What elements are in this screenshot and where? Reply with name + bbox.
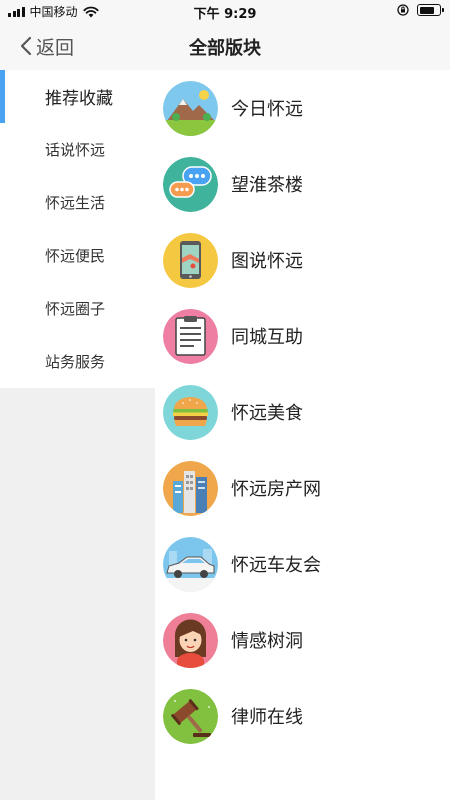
board-item[interactable]: 今日怀远	[155, 70, 450, 146]
board-item[interactable]: 望淮茶楼	[155, 146, 450, 222]
sidebar-list: 推荐收藏 话说怀远 怀远生活 怀远便民 怀远圈子 站务服务	[0, 70, 155, 388]
nav-bar: 返回 全部版块	[0, 22, 450, 70]
board-label: 今日怀远	[231, 99, 303, 120]
board-item[interactable]: 怀远车友会	[155, 526, 450, 602]
status-bar: 中国移动 下午 9:29	[0, 0, 450, 22]
sidebar-item-label: 话说怀远	[45, 141, 106, 159]
sidebar-item-convenience[interactable]: 怀远便民	[0, 229, 155, 282]
chat-bubbles-icon	[163, 156, 218, 212]
board-label: 怀远车友会	[231, 555, 321, 576]
board-item[interactable]: 怀远房产网	[155, 450, 450, 526]
status-time: 下午 9:29	[193, 7, 257, 22]
board-label: 怀远美食	[231, 403, 303, 424]
clipboard-icon	[163, 308, 218, 364]
board-item[interactable]: 怀远美食	[155, 374, 450, 450]
sidebar-item-site-service[interactable]: 站务服务	[0, 335, 155, 388]
board-label: 同城互助	[231, 327, 303, 348]
board-item[interactable]: 图说怀远	[155, 222, 450, 298]
board-item[interactable]: 律师在线	[155, 678, 450, 754]
orientation-lock-icon	[397, 4, 409, 16]
sidebar-item-label: 怀远便民	[45, 247, 106, 265]
status-right	[397, 4, 444, 16]
board-label: 情感树洞	[231, 631, 303, 652]
sidebar: 推荐收藏 话说怀远 怀远生活 怀远便民 怀远圈子 站务服务	[0, 70, 155, 800]
sidebar-item-label: 站务服务	[45, 353, 106, 371]
car-icon	[163, 536, 218, 592]
board-item[interactable]: 同城互助	[155, 298, 450, 374]
sidebar-item-label: 推荐收藏	[45, 89, 113, 109]
burger-icon	[163, 384, 218, 440]
board-list: 今日怀远 望淮茶楼 图说怀远 同城互助 怀远美食 怀远房产网 怀远车友会 情感树…	[155, 70, 450, 800]
board-item[interactable]: 情感树洞	[155, 602, 450, 678]
board-label: 图说怀远	[231, 251, 303, 272]
board-label: 律师在线	[231, 707, 303, 728]
sidebar-item-talk[interactable]: 话说怀远	[0, 123, 155, 176]
girl-avatar-icon	[163, 612, 218, 668]
gavel-icon	[163, 688, 218, 744]
sidebar-item-label: 怀远生活	[45, 194, 106, 212]
sidebar-item-life[interactable]: 怀远生活	[0, 176, 155, 229]
sidebar-item-recommended[interactable]: 推荐收藏	[0, 70, 155, 123]
sidebar-item-label: 怀远圈子	[45, 300, 106, 318]
page-title: 全部版块	[189, 38, 261, 59]
board-label: 怀远房产网	[231, 479, 321, 500]
sidebar-item-circles[interactable]: 怀远圈子	[0, 282, 155, 335]
buildings-icon	[163, 460, 218, 516]
board-label: 望淮茶楼	[231, 175, 303, 196]
mountain-sun-icon	[163, 80, 218, 136]
battery-icon	[417, 4, 444, 16]
phone-map-icon	[163, 232, 218, 288]
